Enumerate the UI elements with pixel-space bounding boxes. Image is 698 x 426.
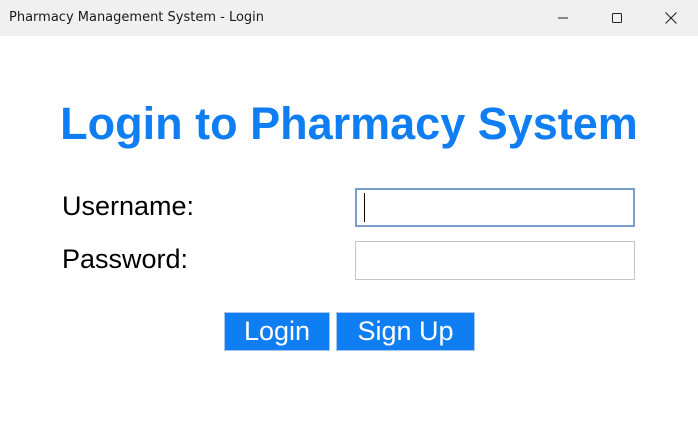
password-input[interactable] <box>355 241 635 280</box>
close-button[interactable] <box>648 0 694 36</box>
maximize-button[interactable] <box>594 0 640 36</box>
username-label: Username: <box>62 191 195 221</box>
text-caret <box>364 193 365 222</box>
page-title: Login to Pharmacy System <box>60 98 638 149</box>
minimize-button[interactable] <box>540 0 586 36</box>
login-button[interactable]: Login <box>224 312 330 351</box>
window-title: Pharmacy Management System - Login <box>9 10 265 25</box>
password-label: Password: <box>62 244 189 274</box>
maximize-icon <box>611 12 623 24</box>
close-icon <box>664 11 678 25</box>
login-window: Pharmacy Management System - Login Login… <box>0 0 698 426</box>
title-bar[interactable]: Pharmacy Management System - Login <box>0 0 698 36</box>
signup-button[interactable]: Sign Up <box>336 312 475 351</box>
username-input[interactable] <box>355 188 635 227</box>
minimize-icon <box>557 12 569 24</box>
